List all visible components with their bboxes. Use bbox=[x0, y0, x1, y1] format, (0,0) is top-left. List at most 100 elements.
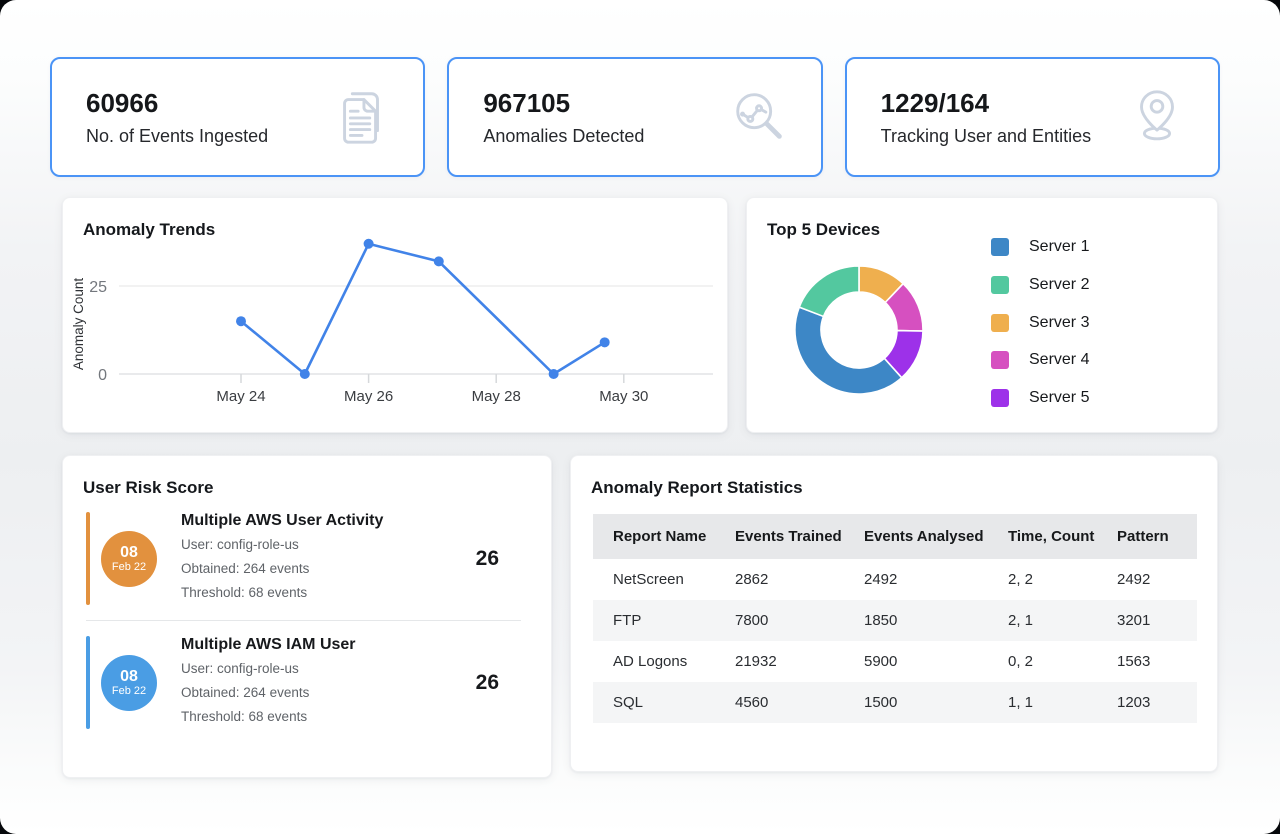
table-cell: 1563 bbox=[1117, 653, 1197, 670]
table-cell: 1, 1 bbox=[1008, 694, 1117, 711]
risk-item-detail: Threshold: 68 events bbox=[181, 705, 356, 729]
anomaly-trends-panel: Anomaly Trends 25 0 May 24 May 26 May 28 May … bbox=[62, 197, 728, 433]
tracking-entities-value: 1229/164 bbox=[881, 88, 1091, 118]
table-cell: NetScreen bbox=[613, 571, 735, 588]
risk-item[interactable]: 08Feb 22 Multiple AWS User Activity User: … bbox=[86, 510, 551, 607]
risk-item-detail: Threshold: 68 events bbox=[181, 581, 383, 605]
table-cell: 2, 2 bbox=[1008, 571, 1117, 588]
legend-item-server-3[interactable]: Server 3 bbox=[991, 314, 1089, 332]
table-cell: 2492 bbox=[1117, 571, 1197, 588]
top-devices-donut-chart bbox=[789, 260, 929, 400]
legend-item-server-4[interactable]: Server 4 bbox=[991, 351, 1089, 369]
risk-date-day: 08 bbox=[120, 544, 138, 561]
risk-item-title: Multiple AWS IAM User bbox=[181, 636, 356, 654]
table-cell: SQL bbox=[613, 694, 735, 711]
donut-slice-server-2[interactable] bbox=[799, 266, 859, 316]
data-point bbox=[236, 316, 246, 326]
legend-item-server-5[interactable]: Server 5 bbox=[991, 389, 1089, 407]
table-cell: 2, 1 bbox=[1008, 612, 1117, 629]
table-cell: FTP bbox=[613, 612, 735, 629]
table-header-row: Report NameEvents TrainedEvents Analysed… bbox=[593, 514, 1197, 559]
risk-content: Multiple AWS IAM User User: config-role-u… bbox=[181, 636, 356, 729]
legend-item-server-2[interactable]: Server 2 bbox=[991, 276, 1089, 294]
risk-date-badge: 08Feb 22 bbox=[101, 655, 157, 711]
legend-label: Server 5 bbox=[1029, 389, 1089, 407]
table-header-cell: Pattern bbox=[1117, 528, 1197, 545]
table-cell: 1500 bbox=[864, 694, 1008, 711]
x-tick-label: May 28 bbox=[472, 388, 521, 405]
table-cell: 1203 bbox=[1117, 694, 1197, 711]
table-cell: AD Logons bbox=[613, 653, 735, 670]
x-tick-label: May 24 bbox=[216, 388, 265, 405]
stat-card-anomalies-detected[interactable]: 967105 Anomalies Detected bbox=[447, 57, 822, 177]
table-cell: 5900 bbox=[864, 653, 1008, 670]
risk-score-value: 26 bbox=[476, 547, 499, 571]
risk-item-detail: Obtained: 264 events bbox=[181, 557, 383, 581]
tracking-entities-label: Tracking User and Entities bbox=[881, 125, 1091, 147]
anomalies-detected-label: Anomalies Detected bbox=[483, 125, 644, 147]
stats-row: 60966 No. of Events Ingested 967105 bbox=[50, 57, 1220, 177]
risk-item-divider bbox=[86, 620, 521, 621]
risk-item-detail: User: config-role-us bbox=[181, 533, 383, 557]
donut-slice-server-1[interactable] bbox=[795, 307, 902, 394]
table-cell: 4560 bbox=[735, 694, 864, 711]
anomalies-detected-value: 967105 bbox=[483, 88, 644, 118]
legend-swatch bbox=[991, 276, 1009, 294]
table-row: NetScreen286224922, 22492 bbox=[593, 559, 1197, 600]
risk-item[interactable]: 08Feb 22 Multiple AWS IAM User User: confi… bbox=[86, 634, 551, 731]
risk-item-detail: Obtained: 264 events bbox=[181, 681, 356, 705]
risk-date-month: Feb 22 bbox=[112, 685, 146, 698]
risk-item-detail: User: config-role-us bbox=[181, 657, 356, 681]
risk-accent-bar bbox=[86, 636, 90, 729]
user-risk-title: User Risk Score bbox=[63, 456, 551, 498]
legend-label: Server 2 bbox=[1029, 276, 1089, 294]
report-stats-panel: Anomaly Report Statistics Report NameEve… bbox=[570, 455, 1218, 772]
x-tick-label: May 26 bbox=[344, 388, 393, 405]
data-point bbox=[600, 337, 610, 347]
user-risk-panel: User Risk Score 08Feb 22Multiple AWS Use… bbox=[62, 455, 552, 778]
x-tick-label: May 30 bbox=[599, 388, 648, 405]
location-pin-icon bbox=[1126, 86, 1188, 148]
events-ingested-value: 60966 bbox=[86, 88, 268, 118]
risk-date-badge: 08Feb 22 bbox=[101, 531, 157, 587]
table-cell: 2862 bbox=[735, 571, 864, 588]
risk-date-day: 08 bbox=[120, 668, 138, 685]
legend-swatch bbox=[991, 238, 1009, 256]
data-point bbox=[549, 369, 559, 379]
stat-text: 60966 No. of Events Ingested bbox=[86, 88, 268, 147]
y-tick-label: 25 bbox=[89, 279, 107, 296]
data-point bbox=[364, 239, 374, 249]
top-devices-title: Top 5 Devices bbox=[747, 198, 1217, 240]
anomaly-trend-line bbox=[241, 244, 605, 374]
legend-swatch bbox=[991, 351, 1009, 369]
documents-icon bbox=[331, 86, 393, 148]
risk-accent-bar bbox=[86, 512, 90, 605]
top-devices-legend: Server 1 Server 2 Server 3 Server 4 Server 5 bbox=[991, 238, 1089, 427]
table-cell: 1850 bbox=[864, 612, 1008, 629]
table-header-cell: Report Name bbox=[613, 528, 735, 545]
table-header-cell: Time, Count bbox=[1008, 528, 1117, 545]
legend-item-server-1[interactable]: Server 1 bbox=[991, 238, 1089, 256]
table-cell: 21932 bbox=[735, 653, 864, 670]
anomaly-trends-title: Anomaly Trends bbox=[63, 198, 727, 240]
y-tick-label: 0 bbox=[98, 367, 107, 384]
stat-text: 1229/164 Tracking User and Entities bbox=[881, 88, 1091, 147]
report-stats-table: Report NameEvents TrainedEvents Analysed… bbox=[593, 514, 1197, 723]
legend-label: Server 3 bbox=[1029, 314, 1089, 332]
stat-card-events-ingested[interactable]: 60966 No. of Events Ingested bbox=[50, 57, 425, 177]
y-axis-title: Anomaly Count bbox=[71, 278, 86, 371]
risk-content: Multiple AWS User Activity User: config-r… bbox=[181, 512, 383, 605]
dashboard: 60966 No. of Events Ingested 967105 bbox=[0, 0, 1280, 834]
events-ingested-label: No. of Events Ingested bbox=[86, 125, 268, 147]
risk-item-title: Multiple AWS User Activity bbox=[181, 512, 383, 530]
top-devices-panel: Top 5 Devices Server 1Server 2Server 3Se… bbox=[746, 197, 1218, 433]
table-cell: 2492 bbox=[864, 571, 1008, 588]
table-row: SQL456015001, 11203 bbox=[593, 682, 1197, 723]
table-header-cell: Events Analysed bbox=[864, 528, 1008, 545]
table-row: AD Logons2193259000, 21563 bbox=[593, 641, 1197, 682]
risk-score-value: 26 bbox=[476, 671, 499, 695]
data-point bbox=[434, 256, 444, 266]
stat-card-tracking-entities[interactable]: 1229/164 Tracking User and Entities bbox=[845, 57, 1220, 177]
report-stats-title: Anomaly Report Statistics bbox=[571, 456, 1217, 498]
anomaly-trends-line-chart: 25 0 May 24 May 26 May 28 May 30 Anomaly Count bbox=[63, 240, 729, 430]
